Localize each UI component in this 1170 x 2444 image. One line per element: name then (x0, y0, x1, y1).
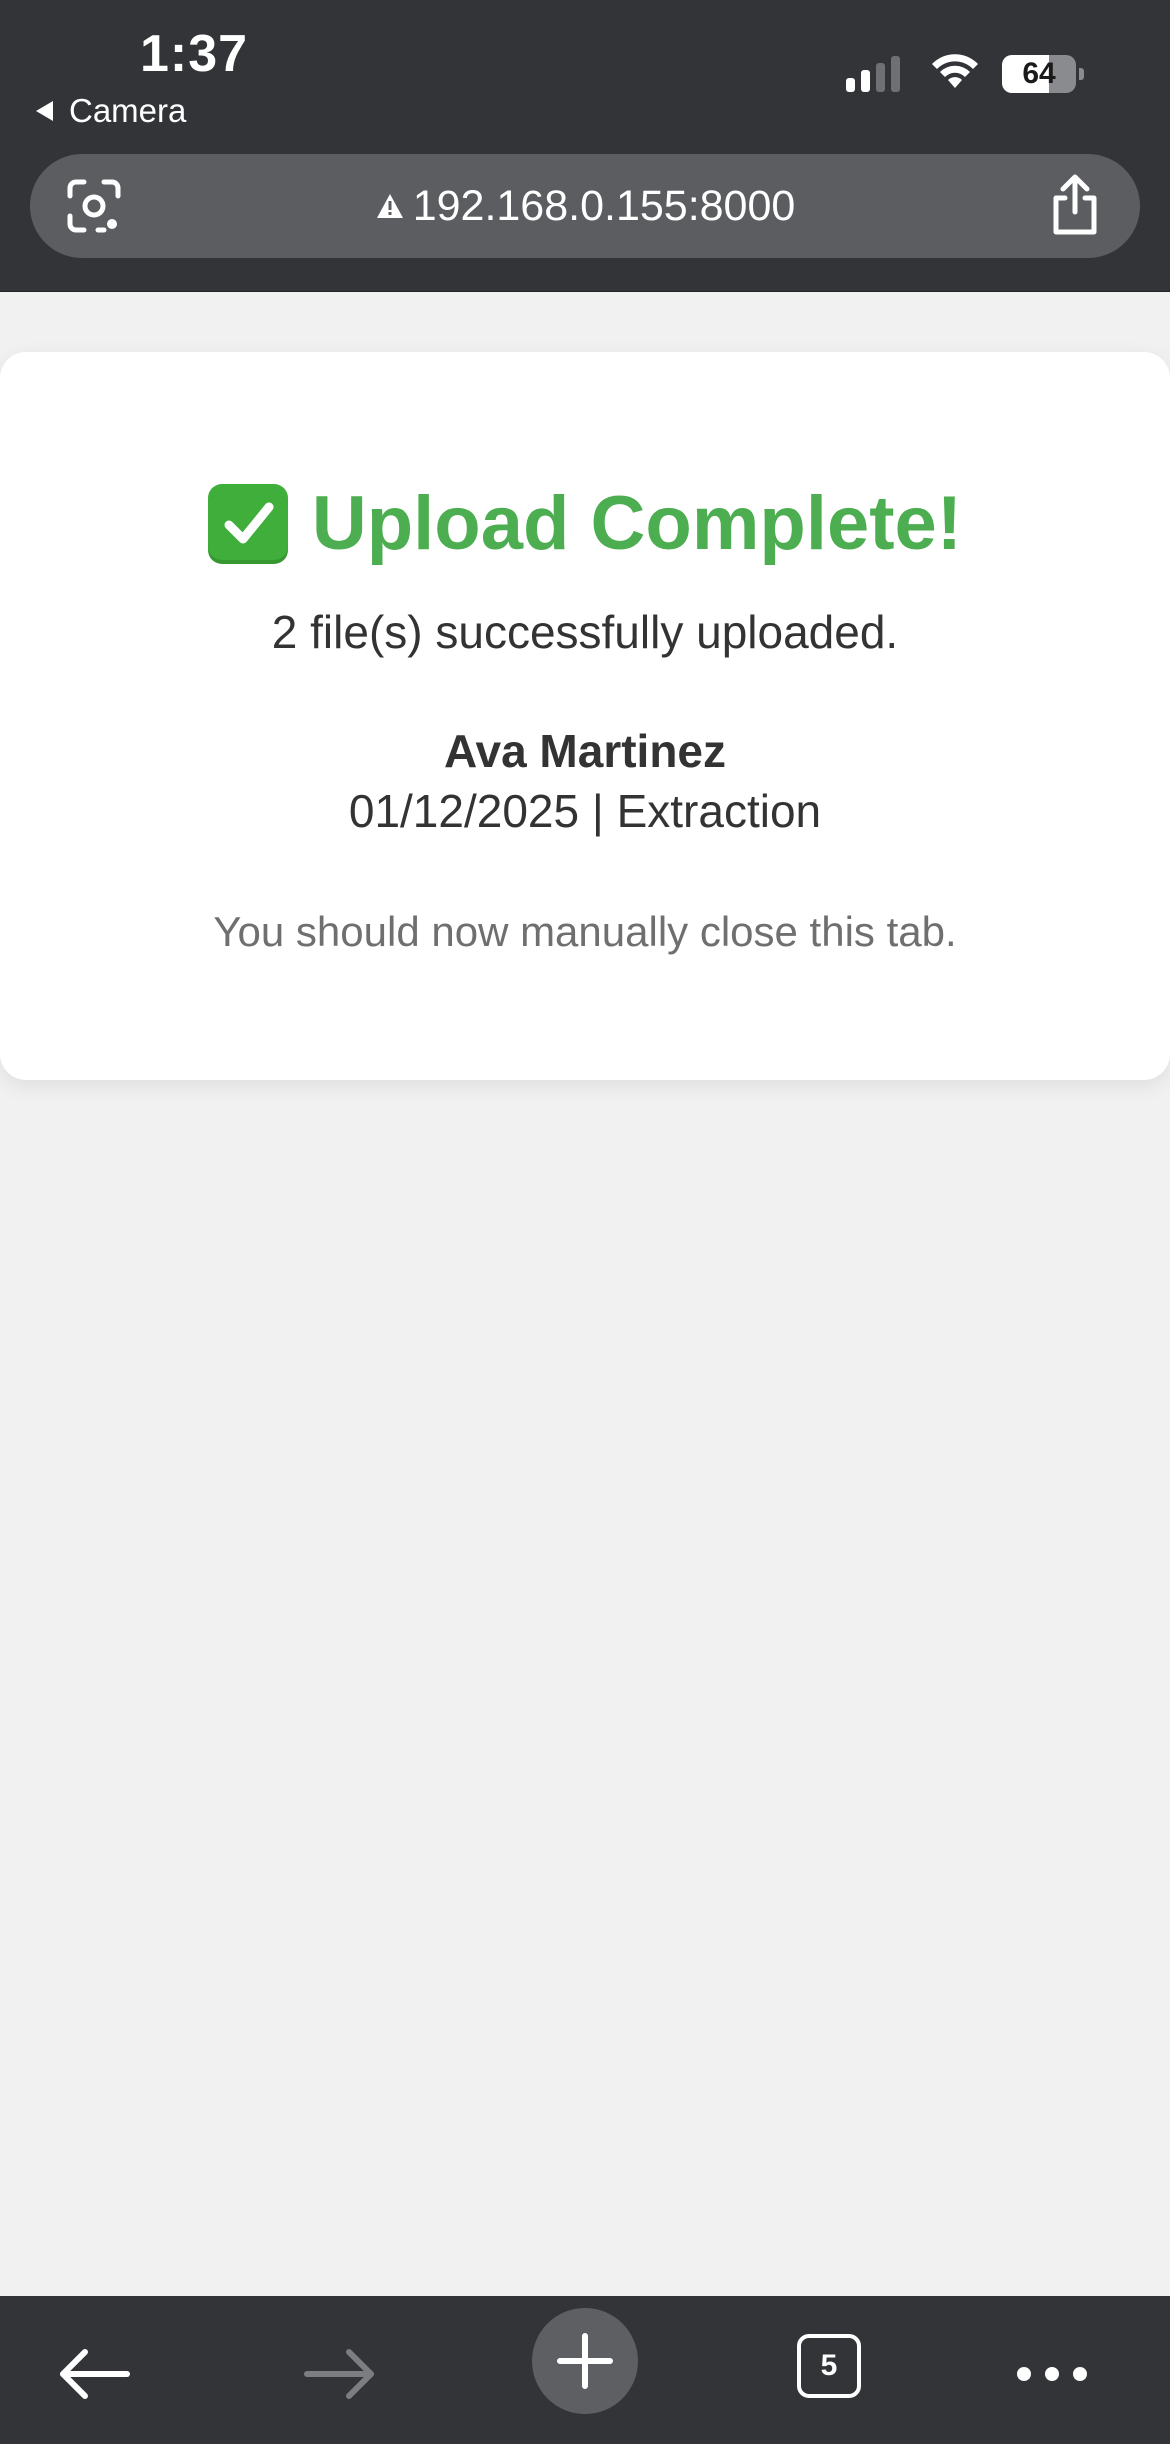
upload-summary: 2 file(s) successfully uploaded. (271, 606, 899, 658)
back-triangle-icon (36, 101, 53, 121)
status-icons: 64 (846, 52, 1084, 95)
battery-icon: 64 (1002, 54, 1076, 93)
battery-percent: 64 (1022, 56, 1056, 90)
upload-meta: 01/12/2025 | Extraction (348, 785, 822, 837)
tab-count: 5 (797, 2334, 861, 2398)
upload-complete-card: Upload Complete! 2 file(s) successfully … (0, 352, 1170, 1080)
patient-name: Ava Martinez (443, 725, 727, 777)
wifi-icon (930, 52, 980, 95)
back-button[interactable] (54, 2334, 134, 2414)
arrow-right-icon (304, 2349, 374, 2399)
check-mark-icon (207, 483, 288, 564)
tab-switcher-button[interactable]: 5 (793, 2330, 865, 2402)
plus-icon (557, 2333, 613, 2389)
more-menu-button[interactable] (1012, 2334, 1092, 2414)
back-to-app-link[interactable]: Camera (36, 92, 186, 130)
arrow-left-icon (60, 2349, 130, 2399)
more-dots-icon (1017, 2367, 1087, 2381)
new-tab-button[interactable] (532, 2308, 638, 2414)
warning-triangle-icon (375, 182, 405, 231)
share-icon[interactable] (1046, 172, 1104, 238)
address-bar[interactable]: 192.168.0.155:8000 (30, 154, 1140, 258)
forward-button[interactable] (300, 2334, 380, 2414)
cellular-signal-icon (846, 55, 906, 92)
browser-top-bar: 1:37 Camera 64 192.168.0.155:8000 (0, 0, 1170, 292)
close-tab-note: You should now manually close this tab. (213, 908, 957, 955)
title-row: Upload Complete! (0, 480, 1170, 567)
status-time: 1:37 (140, 25, 249, 83)
battery-tip (1079, 67, 1084, 80)
page-title: Upload Complete! (311, 481, 963, 566)
url-text: 192.168.0.155:8000 (412, 181, 796, 230)
back-app-label: Camera (69, 92, 187, 129)
browser-bottom-toolbar: 5 (0, 2296, 1170, 2444)
url-field[interactable]: 192.168.0.155:8000 (30, 154, 1140, 258)
